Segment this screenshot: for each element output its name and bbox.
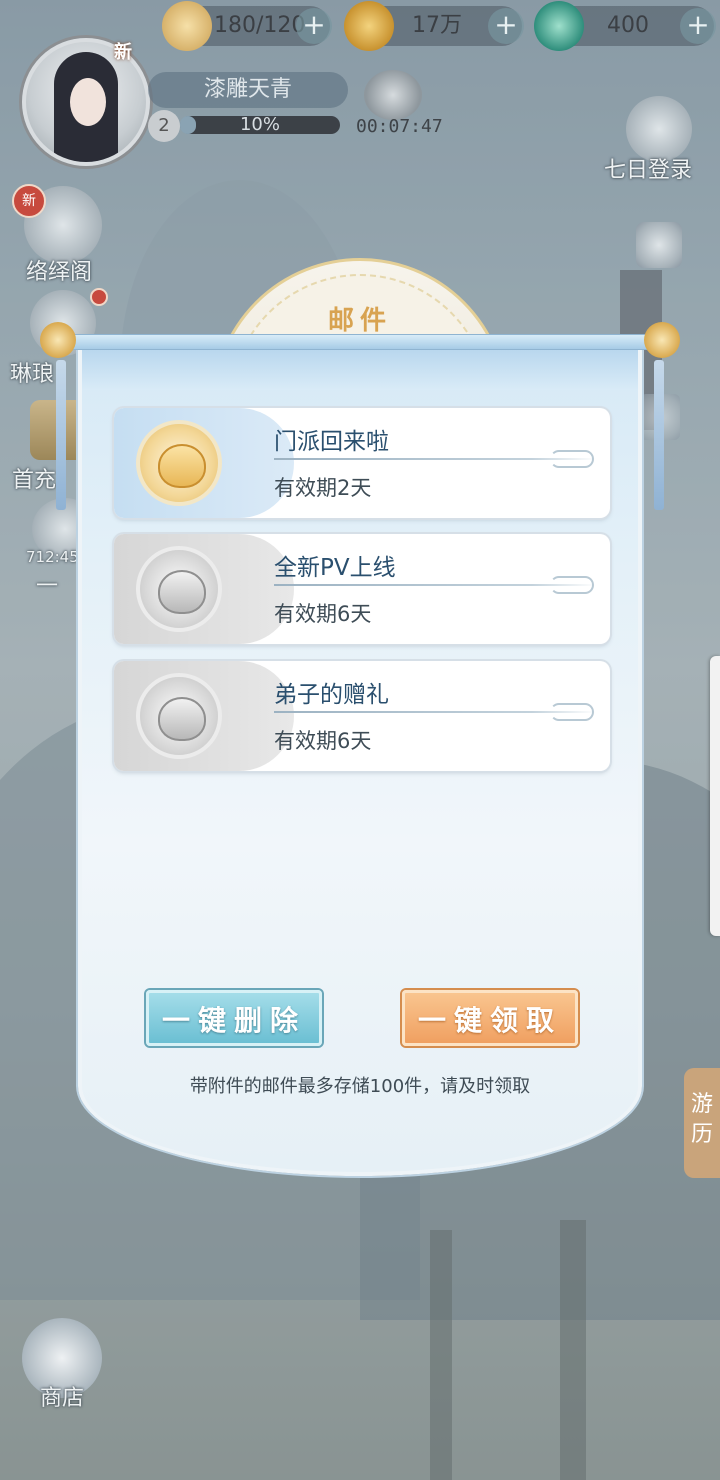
gold-gift-bag-icon xyxy=(136,420,222,506)
mail-expiry: 有效期6天 xyxy=(274,729,372,753)
claim-all-button[interactable]: 一键领取 xyxy=(402,990,578,1046)
avatar-new-badge: 新 xyxy=(114,42,132,63)
player-level: 2 xyxy=(148,110,180,142)
settings-pinwheel-icon[interactable] xyxy=(636,222,682,268)
exp-progress-bar: 10% xyxy=(180,114,340,135)
add-stamina-button[interactable]: + xyxy=(296,8,332,44)
coin-value: 17万 xyxy=(412,13,462,38)
lin-lang-label[interactable]: 琳琅 xyxy=(10,356,54,388)
player-name: 漆雕天青 xyxy=(203,77,292,102)
rod-left-ornament xyxy=(40,322,76,358)
mail-divider xyxy=(274,584,596,586)
one-click-label[interactable]: 一 xyxy=(36,568,58,600)
mail-icon-panel xyxy=(114,534,294,644)
mail-item[interactable]: 全新PV上线 有效期6天 xyxy=(114,534,610,644)
mail-item[interactable]: 门派回来啦 有效期2天 xyxy=(114,408,610,518)
mail-expiry: 有效期2天 xyxy=(274,476,372,500)
mail-icon-panel xyxy=(114,661,294,771)
silver-gift-bag-icon xyxy=(136,546,222,632)
one-click-timer: 712:45 xyxy=(26,548,79,566)
rod-right-ornament xyxy=(644,322,680,358)
cloud-swirl-icon xyxy=(550,576,594,594)
cat-stamina-icon xyxy=(162,1,212,51)
jade-resource: 400 + xyxy=(534,1,716,51)
coin-resource: 17万 + xyxy=(344,1,524,51)
mail-icon-panel xyxy=(114,408,294,518)
mail-storage-note: 带附件的邮件最多存储100件，请及时领取 xyxy=(189,1076,531,1097)
dialog-top-band xyxy=(82,350,638,390)
mail-divider xyxy=(274,711,596,713)
silver-gift-bag-icon xyxy=(136,673,222,759)
stamina-resource: 180/120 + xyxy=(162,1,332,51)
exp-progress-text: 10% xyxy=(239,114,280,135)
add-coin-button[interactable]: + xyxy=(488,8,524,44)
mail-title: 门派回来啦 xyxy=(274,429,389,455)
jade-value: 400 xyxy=(607,13,649,38)
delete-all-button[interactable]: 一键删除 xyxy=(146,990,322,1046)
timer-clock-icon[interactable] xyxy=(364,70,422,120)
right-tassel xyxy=(654,360,664,510)
mail-expiry: 有效期6天 xyxy=(274,602,372,626)
jade-dragon-icon xyxy=(534,1,584,51)
add-jade-button[interactable]: + xyxy=(680,8,716,44)
scroll-rod xyxy=(48,334,674,350)
side-drawer-handle[interactable] xyxy=(710,656,720,936)
seven-day-login-label[interactable]: 七日登录 xyxy=(604,152,692,184)
mail-dialog-title: 邮件 xyxy=(327,306,392,336)
mail-divider xyxy=(274,458,596,460)
mail-title: 全新PV上线 xyxy=(274,555,396,581)
coin-icon xyxy=(344,1,394,51)
luo-yi-ge-new-badge: 新 xyxy=(12,184,46,218)
shop-label[interactable]: 商店 xyxy=(40,1380,84,1412)
player-name-bar: 漆雕天青 xyxy=(148,72,348,108)
mail-title: 弟子的赠礼 xyxy=(274,682,389,708)
stamina-value: 180/120 xyxy=(214,13,306,38)
cloud-swirl-icon xyxy=(550,703,594,721)
luo-yi-ge-label[interactable]: 络绎阁 xyxy=(26,254,92,286)
left-tassel xyxy=(56,360,66,510)
mail-item[interactable]: 弟子的赠礼 有效期6天 xyxy=(114,661,610,771)
first-recharge-label[interactable]: 首充 xyxy=(12,462,56,494)
cloud-swirl-icon xyxy=(550,450,594,468)
countdown-timer: 00:07:47 xyxy=(356,116,443,137)
